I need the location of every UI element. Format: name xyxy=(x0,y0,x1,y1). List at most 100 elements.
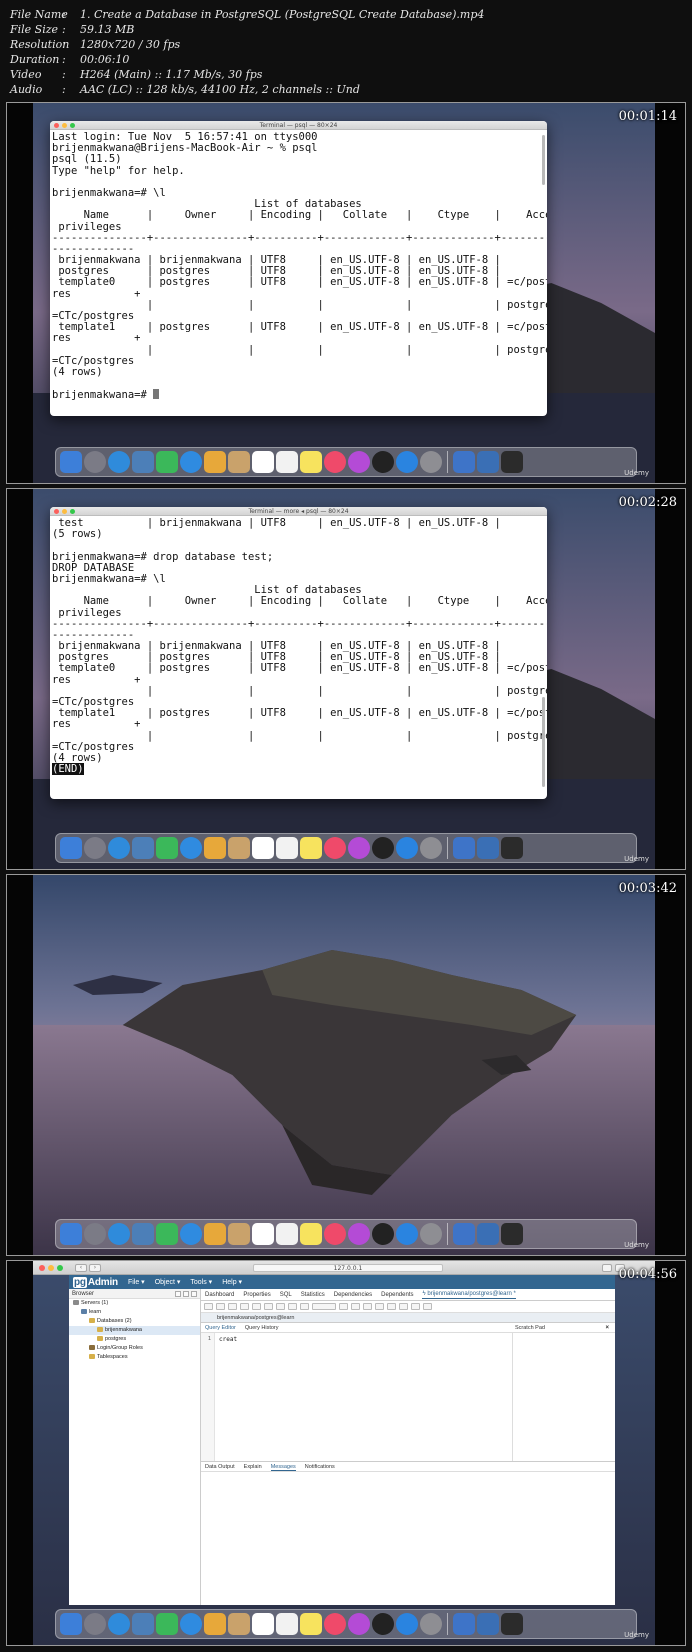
dock-app-icon[interactable] xyxy=(156,837,178,859)
paste-icon[interactable] xyxy=(264,1303,273,1310)
dock-app-icon[interactable] xyxy=(252,837,274,859)
dock-app-icon[interactable] xyxy=(276,1223,298,1245)
tab-statistics[interactable]: Statistics xyxy=(301,1292,325,1298)
execute-icon[interactable] xyxy=(351,1303,360,1310)
tab-query-editor[interactable]: Query Editor xyxy=(205,1323,236,1332)
dock-app-icon[interactable] xyxy=(204,451,226,473)
stop-icon[interactable] xyxy=(339,1303,348,1310)
dock-app-icon[interactable] xyxy=(324,1223,346,1245)
dock-app-icon[interactable] xyxy=(156,1613,178,1635)
menu-object[interactable]: Object ▾ xyxy=(155,1278,181,1286)
tree-item[interactable]: Servers (1) xyxy=(69,1299,200,1308)
zoom-button[interactable] xyxy=(57,1265,63,1271)
dock-app-icon[interactable] xyxy=(453,837,475,859)
tab-dependencies[interactable]: Dependencies xyxy=(334,1292,372,1298)
dock-app-icon[interactable] xyxy=(396,837,418,859)
dock-app-icon[interactable] xyxy=(300,1613,322,1635)
tree-item[interactable]: postgres xyxy=(69,1335,200,1344)
tree-item[interactable]: Databases (2) xyxy=(69,1317,200,1326)
dock-app-icon[interactable] xyxy=(180,1613,202,1635)
terminal-window[interactable]: Terminal — more ◂ psql — 80×24 test | br… xyxy=(50,507,547,799)
dock-app-icon[interactable] xyxy=(348,451,370,473)
delete-icon[interactable] xyxy=(276,1303,285,1310)
dock-app-icon[interactable] xyxy=(420,1613,442,1635)
dock-app-icon[interactable] xyxy=(132,1223,154,1245)
dock-app-icon[interactable] xyxy=(108,1223,130,1245)
dock-app-icon[interactable] xyxy=(300,837,322,859)
scrollbar[interactable] xyxy=(542,697,545,787)
tree-item[interactable]: learn xyxy=(69,1308,200,1317)
dock-app-icon[interactable] xyxy=(396,1223,418,1245)
rollback-icon[interactable] xyxy=(399,1303,408,1310)
query-tool-icon[interactable] xyxy=(175,1291,181,1297)
filter-icon[interactable] xyxy=(300,1303,309,1310)
terminal-titlebar[interactable]: Terminal — more ◂ psql — 80×24 xyxy=(50,507,547,516)
dock-app-icon[interactable] xyxy=(501,837,523,859)
dock-app-icon[interactable] xyxy=(60,837,82,859)
dock-app-icon[interactable] xyxy=(228,451,250,473)
filter-icon[interactable] xyxy=(191,1291,197,1297)
download-icon[interactable] xyxy=(423,1303,432,1310)
dock-app-icon[interactable] xyxy=(477,1223,499,1245)
copy-icon[interactable] xyxy=(252,1303,261,1310)
dock-app-icon[interactable] xyxy=(300,1223,322,1245)
dock-app-icon[interactable] xyxy=(372,837,394,859)
dock-app-icon[interactable] xyxy=(396,451,418,473)
explain-analyze-icon[interactable] xyxy=(375,1303,384,1310)
dock-app-icon[interactable] xyxy=(477,451,499,473)
save-icon[interactable] xyxy=(216,1303,225,1310)
dock-app-icon[interactable] xyxy=(324,837,346,859)
dock-app-icon[interactable] xyxy=(324,451,346,473)
edit-icon[interactable] xyxy=(288,1303,297,1310)
dock-app-icon[interactable] xyxy=(204,837,226,859)
terminal-titlebar[interactable]: Terminal — psql — 80×24 xyxy=(50,121,547,130)
dock-app-icon[interactable] xyxy=(204,1613,226,1635)
dock-app-icon[interactable] xyxy=(228,1223,250,1245)
dock-app-icon[interactable] xyxy=(60,1613,82,1635)
tree-item[interactable]: Tablespaces xyxy=(69,1353,200,1362)
dock-app-icon[interactable] xyxy=(477,1613,499,1635)
save-data-icon[interactable] xyxy=(228,1303,237,1310)
dock-app-icon[interactable] xyxy=(252,1223,274,1245)
dock-app-icon[interactable] xyxy=(252,1613,274,1635)
dock-app-icon[interactable] xyxy=(420,451,442,473)
minimize-button[interactable] xyxy=(48,1265,54,1271)
dock-app-icon[interactable] xyxy=(276,1613,298,1635)
dock-app-icon[interactable] xyxy=(453,1223,475,1245)
dock-app-icon[interactable] xyxy=(132,837,154,859)
dock-app-icon[interactable] xyxy=(501,1223,523,1245)
tab-dashboard[interactable]: Dashboard xyxy=(205,1292,234,1298)
table-icon[interactable] xyxy=(183,1291,189,1297)
dock-app-icon[interactable] xyxy=(477,837,499,859)
dock-app-icon[interactable] xyxy=(372,1613,394,1635)
dock-app-icon[interactable] xyxy=(453,1613,475,1635)
dock-app-icon[interactable] xyxy=(348,837,370,859)
commit-icon[interactable] xyxy=(387,1303,396,1310)
dock-app-icon[interactable] xyxy=(420,837,442,859)
terminal-output[interactable]: Last login: Tue Nov 5 16:57:41 on ttys00… xyxy=(50,130,547,401)
clear-icon[interactable] xyxy=(411,1303,420,1310)
connection-bar[interactable]: brijenmakwana/postgres@learn xyxy=(201,1313,615,1323)
dock-app-icon[interactable] xyxy=(396,1613,418,1635)
terminal-output[interactable]: test | brijenmakwana | UTF8 | en_US.UTF-… xyxy=(50,516,547,776)
share-icon[interactable] xyxy=(602,1264,612,1272)
dock-app-icon[interactable] xyxy=(132,1613,154,1635)
terminal-window[interactable]: Terminal — psql — 80×24 Last login: Tue … xyxy=(50,121,547,416)
open-file-icon[interactable] xyxy=(204,1303,213,1310)
dock-app-icon[interactable] xyxy=(108,837,130,859)
menu-file[interactable]: File ▾ xyxy=(128,1278,145,1286)
tab-messages[interactable]: Messages xyxy=(270,1462,296,1471)
tab-data-output[interactable]: Data Output xyxy=(205,1462,235,1471)
dock-app-icon[interactable] xyxy=(180,451,202,473)
dock-app-icon[interactable] xyxy=(252,451,274,473)
dock-app-icon[interactable] xyxy=(348,1223,370,1245)
dock-app-icon[interactable] xyxy=(156,1223,178,1245)
dock-app-icon[interactable] xyxy=(348,1613,370,1635)
tab-properties[interactable]: Properties xyxy=(243,1292,270,1298)
dock-app-icon[interactable] xyxy=(132,451,154,473)
dock-app-icon[interactable] xyxy=(324,1613,346,1635)
dock-app-icon[interactable] xyxy=(372,1223,394,1245)
sql-code[interactable]: creat xyxy=(219,1336,237,1343)
forward-icon[interactable]: › xyxy=(89,1264,101,1272)
dock-app-icon[interactable] xyxy=(156,451,178,473)
